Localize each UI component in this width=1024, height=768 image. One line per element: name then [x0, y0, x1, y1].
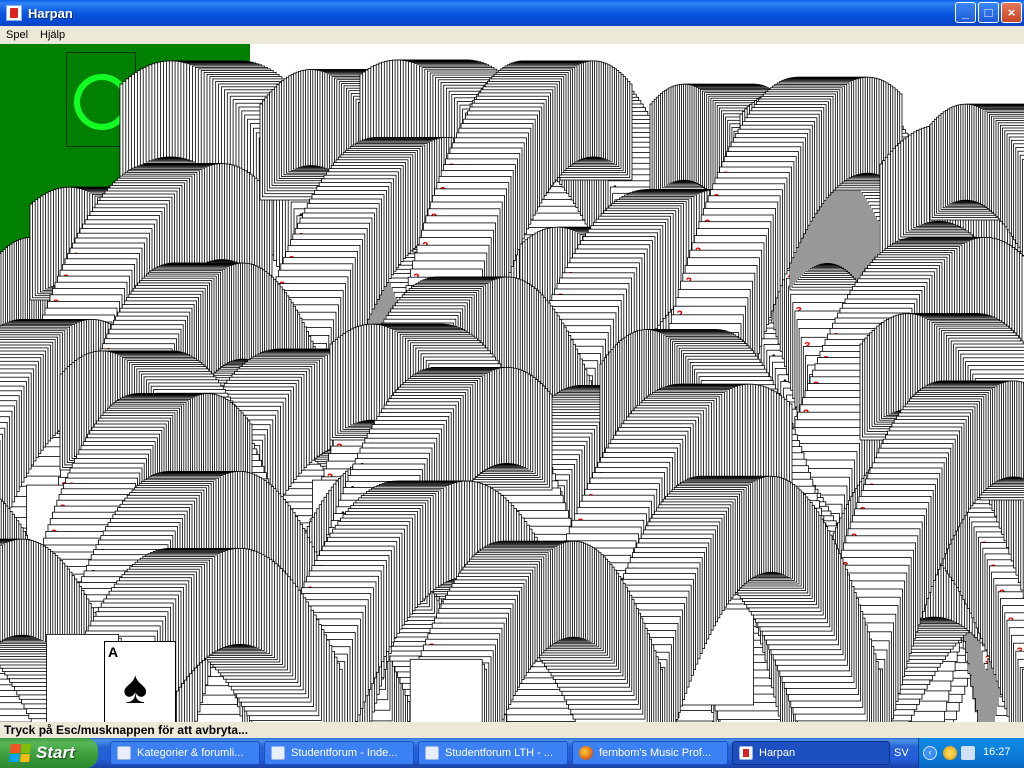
- title-bar[interactable]: Harpan _ □ ×: [0, 0, 1024, 26]
- minimize-button[interactable]: _: [955, 2, 976, 23]
- menu-help[interactable]: Hjälp: [34, 29, 71, 41]
- window-title: Harpan: [28, 5, 73, 21]
- solitaire-app-icon[interactable]: [6, 5, 22, 21]
- window-controls: _ □ ×: [955, 2, 1022, 23]
- maximize-button[interactable]: □: [978, 2, 999, 23]
- game-board[interactable]: 3333333333333333333333333333333333333333…: [0, 44, 1024, 722]
- bouncing-cards-cascade: 3333333333333333333333333333333333333333…: [0, 59, 1024, 722]
- menu-game[interactable]: Spel: [0, 29, 34, 41]
- menu-bar: Spel Hjälp: [0, 26, 1024, 44]
- close-button[interactable]: ×: [1001, 2, 1022, 23]
